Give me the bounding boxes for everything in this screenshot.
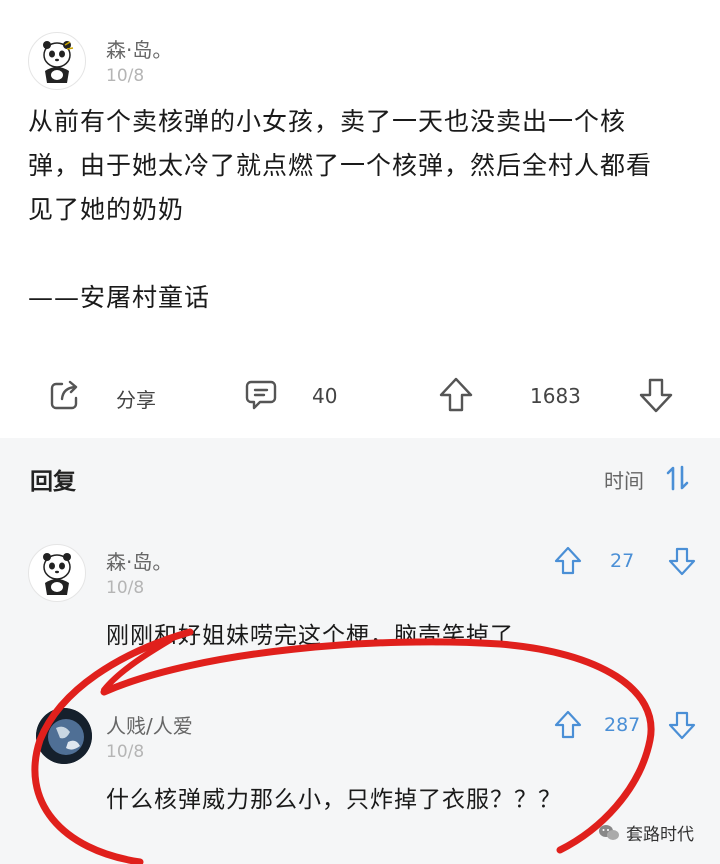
watermark-text: 套路时代 bbox=[626, 825, 694, 845]
downvote-button[interactable] bbox=[638, 376, 674, 414]
sort-icon[interactable] bbox=[666, 464, 690, 496]
post-body-line: 从前有个卖核弹的小女孩，卖了一天也没卖出一个核 bbox=[28, 107, 627, 136]
comment-icon bbox=[245, 380, 277, 410]
reply-vote-count: 287 bbox=[604, 714, 641, 736]
post-body-line: 弹，由于她太冷了就点燃了一个核弹，然后全村人都看 bbox=[28, 151, 653, 180]
replies-title: 回复 bbox=[30, 469, 76, 495]
comment-button[interactable] bbox=[244, 378, 278, 412]
reply-text: 什么核弹威力那么小，只炸掉了衣服？？？ bbox=[106, 787, 562, 813]
panda-avatar-icon bbox=[43, 553, 71, 595]
share-label[interactable]: 分享 bbox=[116, 384, 156, 413]
reply-downvote-button[interactable] bbox=[668, 710, 696, 744]
share-button[interactable] bbox=[48, 378, 82, 412]
action-bar: 分享 40 1683 bbox=[0, 362, 720, 428]
share-icon bbox=[50, 380, 78, 410]
reply-avatar[interactable] bbox=[28, 544, 86, 602]
reply-upvote-button[interactable] bbox=[554, 546, 582, 580]
post-body-line: 见了她的奶奶 bbox=[28, 195, 185, 224]
reply-date: 10/8 bbox=[106, 742, 145, 762]
reply-upvote-button[interactable] bbox=[554, 710, 582, 744]
avatar[interactable] bbox=[28, 32, 86, 90]
reply-username[interactable]: 森·岛。 bbox=[106, 546, 172, 575]
wechat-icon bbox=[599, 824, 619, 840]
downvote-icon bbox=[639, 378, 673, 413]
reply-downvote-button[interactable] bbox=[668, 546, 696, 580]
reply-avatar[interactable] bbox=[36, 708, 92, 764]
upvote-icon bbox=[554, 710, 582, 739]
upvote-icon bbox=[439, 377, 473, 412]
post-signature: ——安屠村童话 bbox=[28, 283, 211, 312]
comment-count: 40 bbox=[312, 384, 338, 408]
replies-section: 回复 时间 森·岛。 10/8 27 刚刚和好姐妹唠完这个梗，脑壳笑掉了 人贱/… bbox=[0, 438, 720, 864]
post-date: 10/8 bbox=[106, 66, 145, 86]
reply-date: 10/8 bbox=[106, 578, 145, 598]
post-card: 森·岛。 10/8 从前有个卖核弹的小女孩，卖了一天也没卖出一个核 弹，由于她太… bbox=[0, 0, 720, 438]
upvote-count: 1683 bbox=[530, 384, 581, 408]
upvote-button[interactable] bbox=[438, 376, 474, 414]
panda-avatar-icon bbox=[43, 41, 74, 83]
reply-vote-count: 27 bbox=[610, 550, 635, 572]
post-body: 从前有个卖核弹的小女孩，卖了一天也没卖出一个核 弹，由于她太冷了就点燃了一个核弹… bbox=[28, 100, 698, 320]
upvote-icon bbox=[554, 546, 582, 575]
sort-button[interactable]: 时间 bbox=[604, 465, 644, 494]
downvote-icon bbox=[668, 711, 696, 740]
post-username[interactable]: 森·岛。 bbox=[106, 34, 172, 63]
reply-username[interactable]: 人贱/人爱 bbox=[106, 710, 193, 739]
downvote-icon bbox=[668, 547, 696, 576]
watermark: 套路时代 bbox=[598, 820, 694, 845]
earth-avatar-icon bbox=[36, 708, 92, 764]
reply-text: 刚刚和好姐妹唠完这个梗，脑壳笑掉了 bbox=[106, 623, 514, 649]
